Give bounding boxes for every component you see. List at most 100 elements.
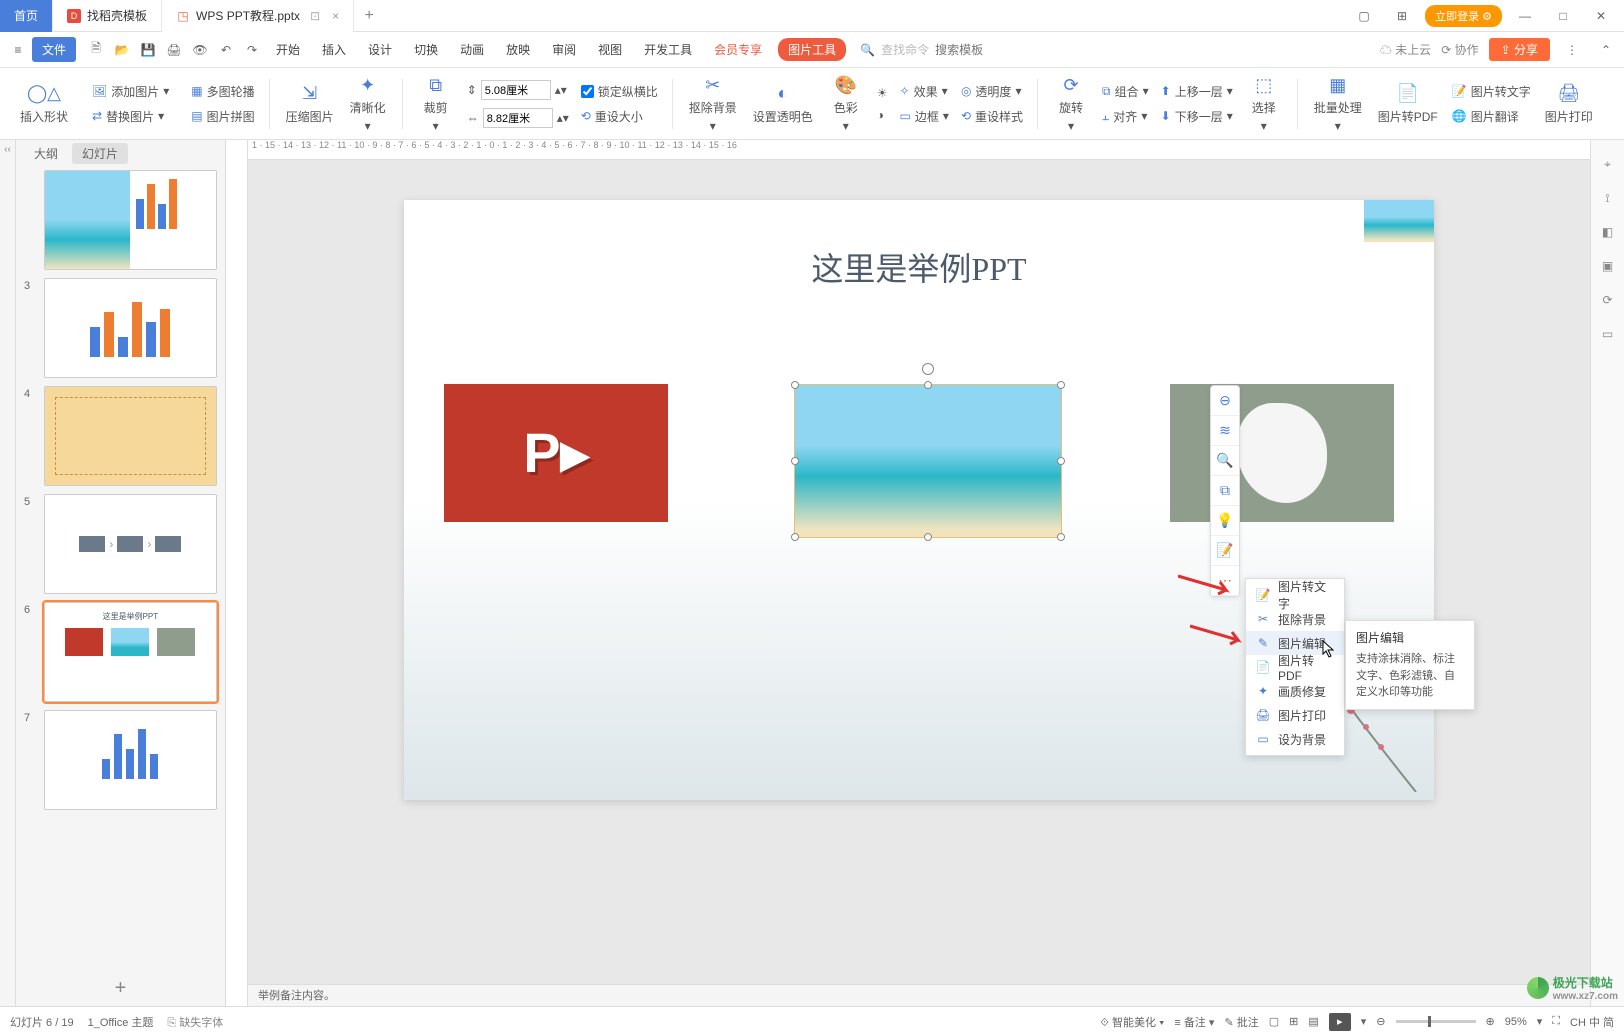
- ctx-repair[interactable]: ✦画质修复: [1246, 679, 1344, 703]
- tab-outline[interactable]: 大纲: [24, 143, 68, 164]
- menu-insert[interactable]: 插入: [312, 37, 356, 62]
- contrast-button[interactable]: ◑: [873, 106, 892, 124]
- login-button[interactable]: 立即登录 ⚙: [1425, 5, 1502, 27]
- menu-review[interactable]: 审阅: [542, 37, 586, 62]
- undo-icon[interactable]: ↶: [214, 38, 238, 62]
- menu-transition[interactable]: 切换: [404, 37, 448, 62]
- slide-thumb-3[interactable]: [44, 278, 217, 378]
- remove-bg-button[interactable]: ✂抠除背景 ▾: [683, 70, 743, 137]
- reset-size-button[interactable]: ⟲重设大小: [577, 106, 662, 127]
- layout-icon[interactable]: ▢: [1349, 9, 1379, 23]
- border-button[interactable]: ▭边框 ▾: [896, 106, 953, 127]
- zoom-out-button[interactable]: ⊖: [1376, 1015, 1385, 1028]
- new-icon[interactable]: 🗎: [84, 38, 108, 62]
- menu-slideshow[interactable]: 放映: [496, 37, 540, 62]
- height-field[interactable]: ⇕▴▾: [463, 78, 573, 102]
- move-up-button[interactable]: ⬆上移一层 ▾: [1157, 81, 1237, 102]
- ctx-print[interactable]: 🖨图片打印: [1246, 703, 1344, 727]
- add-picture-button[interactable]: 🖼添加图片 ▾: [88, 81, 173, 102]
- resize-handle[interactable]: [924, 533, 932, 541]
- thumbnail-list[interactable]: 3★ 4 5››★🔊 6这里是举例PPT 7: [16, 166, 225, 971]
- resize-handle[interactable]: [1057, 457, 1065, 465]
- resize-handle[interactable]: [791, 381, 799, 389]
- menu-start[interactable]: 开始: [266, 37, 310, 62]
- translate-button[interactable]: 🌐图片翻译: [1448, 106, 1535, 127]
- set-transparent-button[interactable]: ◐设置透明色: [747, 79, 819, 129]
- slide-thumb-5[interactable]: ››: [44, 494, 217, 594]
- command-search[interactable]: 🔍 查找命令: [860, 41, 1055, 58]
- apps-icon[interactable]: ⊞: [1387, 9, 1417, 23]
- tp-settings-icon[interactable]: ⟟: [1598, 188, 1618, 208]
- coop-button[interactable]: ⟳ 协作: [1441, 41, 1478, 58]
- multi-outline-button[interactable]: ▦多图轮播: [187, 81, 258, 102]
- slide-stage[interactable]: 这里是举例PPT P▸ ⊖ ≋: [248, 160, 1590, 984]
- image-green[interactable]: [1170, 384, 1394, 522]
- tp-layers-icon[interactable]: ▣: [1598, 256, 1618, 276]
- menu-animation[interactable]: 动画: [450, 37, 494, 62]
- float-idea-button[interactable]: 💡: [1211, 506, 1239, 536]
- select-button[interactable]: ⬚选择 ▾: [1241, 70, 1287, 137]
- batch-button[interactable]: ▦批量处理 ▾: [1308, 70, 1368, 137]
- slide-thumb-2[interactable]: [44, 170, 217, 270]
- notes-button[interactable]: ≡ 备注 ▾: [1174, 1014, 1214, 1030]
- file-menu[interactable]: 文件: [32, 37, 76, 62]
- resize-handle[interactable]: [791, 457, 799, 465]
- tab-slides[interactable]: 幻灯片: [72, 143, 128, 164]
- brightness-button[interactable]: ☀: [873, 84, 892, 102]
- close-button[interactable]: ✕: [1586, 9, 1616, 23]
- view-sorter-icon[interactable]: ⊞: [1289, 1015, 1298, 1028]
- crop-button[interactable]: ⧉裁剪 ▾: [413, 70, 459, 137]
- ctx-to-text[interactable]: 📝图片转文字: [1246, 583, 1344, 607]
- share-button[interactable]: ⇪ 分享: [1489, 38, 1550, 61]
- close-icon[interactable]: ×: [332, 9, 339, 23]
- resize-handle[interactable]: [791, 533, 799, 541]
- combine-button[interactable]: ⧉组合 ▾: [1098, 81, 1153, 102]
- minimize-button[interactable]: —: [1510, 9, 1540, 23]
- menu-member[interactable]: 会员专享: [704, 37, 772, 62]
- slide-thumb-7[interactable]: [44, 710, 217, 810]
- rotate-handle[interactable]: [922, 363, 934, 375]
- notes-pane[interactable]: 举例备注内容。: [248, 984, 1590, 1006]
- float-text-button[interactable]: 📝: [1211, 536, 1239, 566]
- print-icon[interactable]: 🖨: [162, 38, 186, 62]
- float-layers-button[interactable]: ≋: [1211, 416, 1239, 446]
- float-minus-button[interactable]: ⊖: [1211, 386, 1239, 416]
- preview-icon[interactable]: 👁: [188, 38, 212, 62]
- view-normal-icon[interactable]: ▢: [1269, 1015, 1279, 1028]
- menu-design[interactable]: 设计: [358, 37, 402, 62]
- transparency-button[interactable]: ◎透明度 ▾: [957, 81, 1027, 102]
- align-button[interactable]: ⫠对齐 ▾: [1098, 106, 1153, 127]
- cloud-status[interactable]: ☁ 未上云: [1380, 41, 1431, 58]
- more-icon[interactable]: ⋮: [1560, 38, 1584, 62]
- tab-template[interactable]: D 找稻壳模板: [53, 0, 162, 32]
- replace-picture-button[interactable]: ⇄替换图片 ▾: [88, 106, 173, 127]
- resize-handle[interactable]: [1057, 533, 1065, 541]
- reset-style-button[interactable]: ⟲重设样式: [957, 106, 1027, 127]
- tp-style-icon[interactable]: ◧: [1598, 222, 1618, 242]
- resize-handle[interactable]: [1057, 381, 1065, 389]
- resize-handle[interactable]: [924, 381, 932, 389]
- collapse-panel-button[interactable]: ‹‹: [0, 140, 16, 1006]
- float-zoom-button[interactable]: 🔍: [1211, 446, 1239, 476]
- review-button[interactable]: ✎ 批注: [1224, 1014, 1258, 1030]
- tp-pane-icon[interactable]: ▭: [1598, 324, 1618, 344]
- tp-animation-icon[interactable]: ⟳: [1598, 290, 1618, 310]
- width-field[interactable]: ⇔▴▾: [463, 106, 573, 130]
- effect-button[interactable]: ✧效果 ▾: [896, 81, 953, 102]
- redo-icon[interactable]: ↷: [240, 38, 264, 62]
- menu-view[interactable]: 视图: [588, 37, 632, 62]
- chevron-up-icon[interactable]: ⌃: [1594, 38, 1618, 62]
- compress-button[interactable]: ⇲压缩图片: [280, 79, 340, 129]
- image-ppt-logo[interactable]: P▸: [444, 384, 668, 522]
- maximize-button[interactable]: □: [1548, 9, 1578, 23]
- corner-image[interactable]: [1364, 200, 1434, 242]
- ctx-set-bg[interactable]: ▭设为背景: [1246, 727, 1344, 751]
- sharpen-button[interactable]: ✦清晰化 ▾: [344, 70, 392, 137]
- float-more-button[interactable]: ⋯: [1211, 566, 1239, 596]
- fit-button[interactable]: ⛶: [1552, 1015, 1560, 1028]
- to-pdf-button[interactable]: 📄图片转PDF: [1372, 79, 1444, 129]
- tp-find-icon[interactable]: ⌖: [1598, 154, 1618, 174]
- menu-devtools[interactable]: 开发工具: [634, 37, 702, 62]
- menu-icon[interactable]: ≡: [6, 38, 30, 62]
- beautify-button[interactable]: ⟐ 智能美化 ▾: [1100, 1014, 1164, 1030]
